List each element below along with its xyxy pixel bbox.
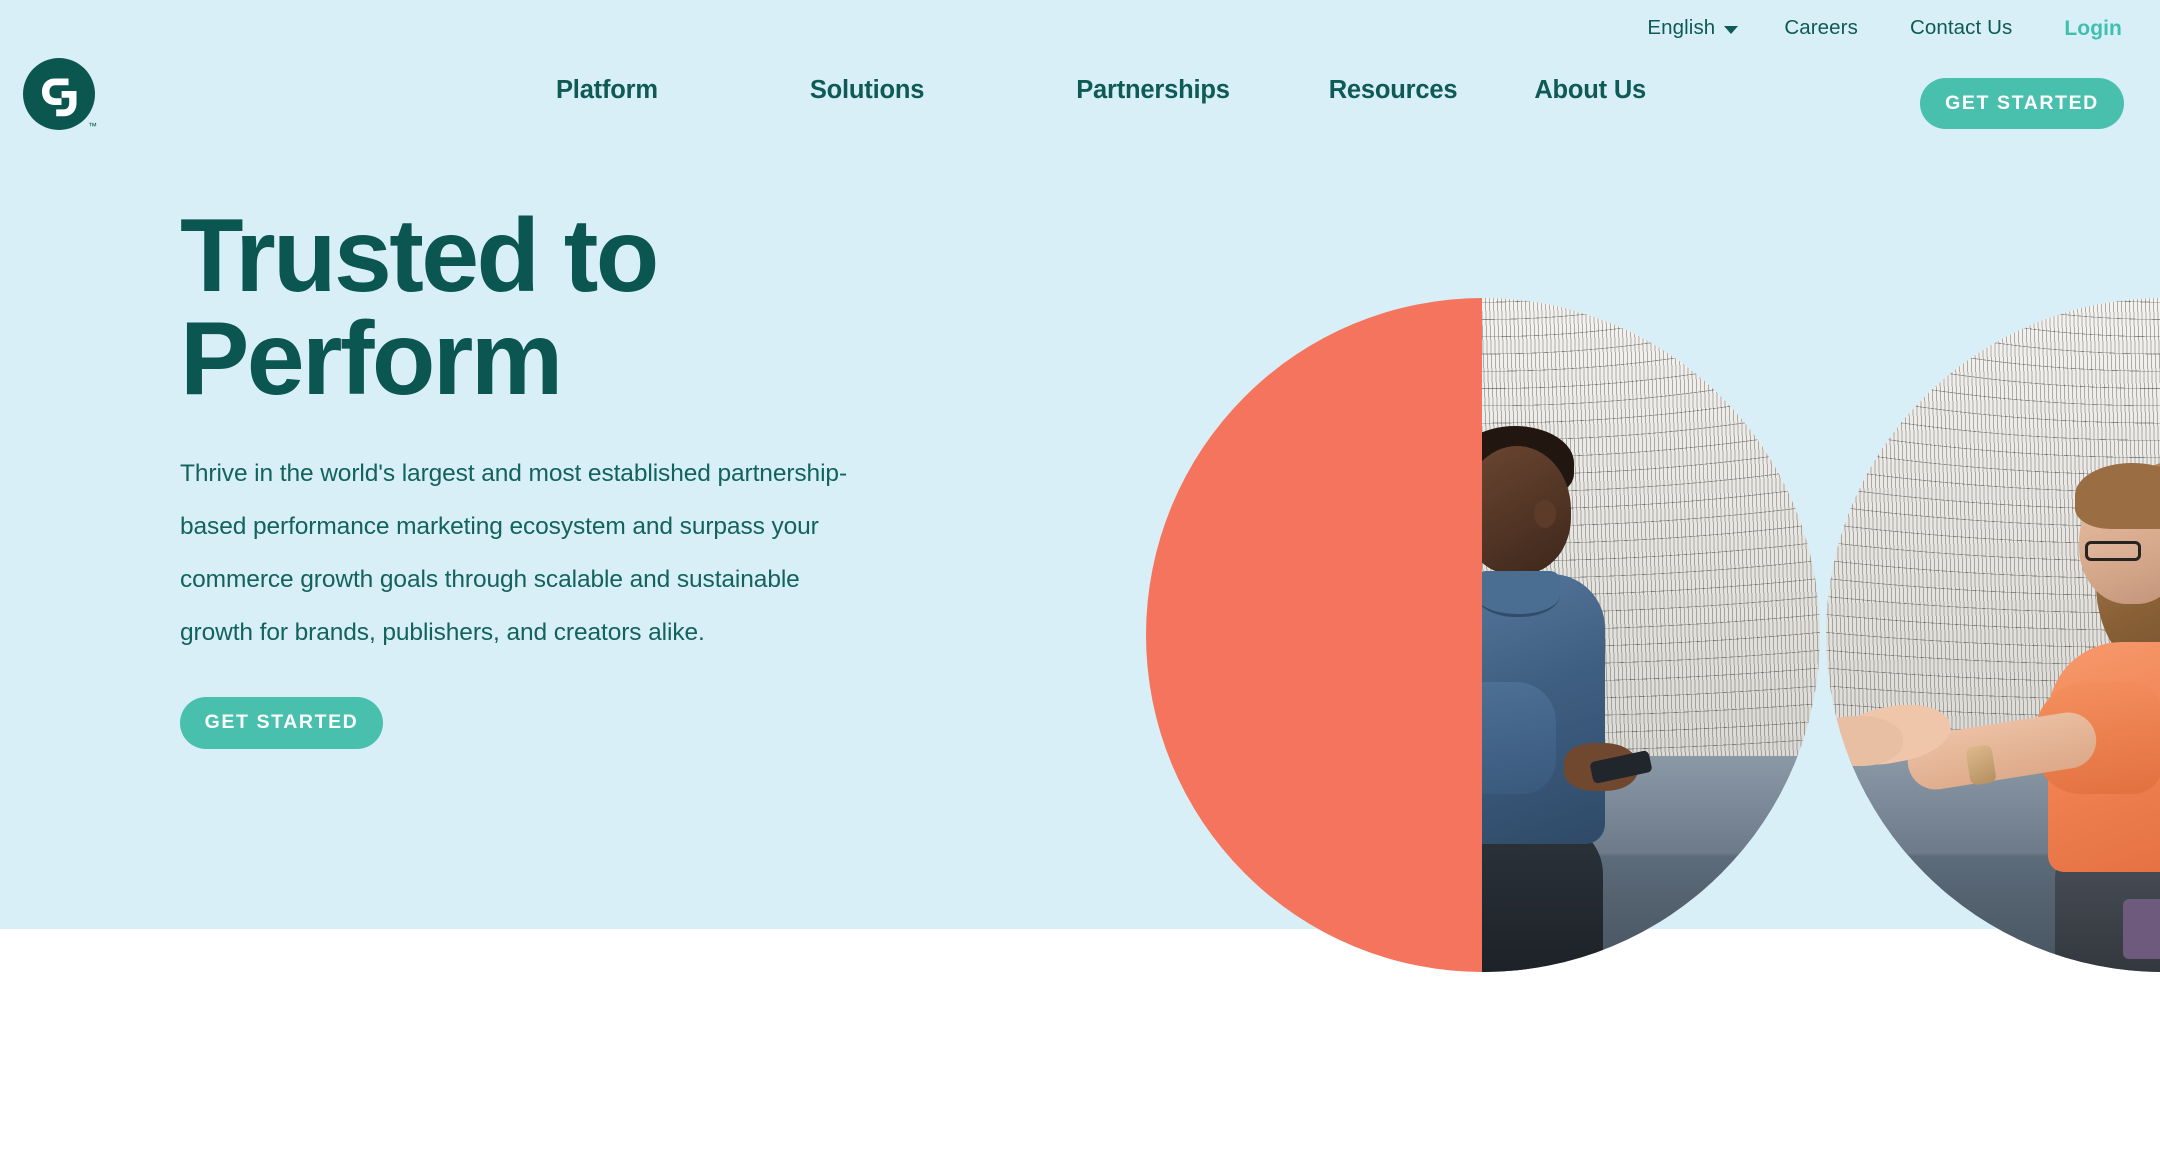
login-link[interactable]: Login [2038,18,2122,39]
contact-us-link[interactable]: Contact Us [1884,17,2038,39]
nav-item-about-us[interactable]: About Us [1534,76,1646,105]
hero-get-started-button[interactable]: GET STARTED [180,696,383,749]
hero-copy: Trusted to Perform Thrive in the world's… [180,204,880,749]
cj-logo[interactable]: ™ [23,58,97,131]
language-selector[interactable]: English [1621,15,1758,39]
nav-item-partnerships[interactable]: Partnerships [1076,76,1230,105]
landing-page: English Careers Contact Us Login ™ Platf… [0,0,2160,1166]
nav-item-solutions[interactable]: Solutions [810,76,925,105]
hero-title-line-2: Perform [180,300,563,417]
hero-title: Trusted to Perform [180,204,880,411]
careers-link[interactable]: Careers [1758,17,1884,39]
language-label: English [1647,15,1716,39]
nav-links: Platform Solutions Partnerships Resource… [556,48,1646,132]
main-navbar: ™ Platform Solutions Partnerships Resour… [0,48,2160,132]
utility-bar: English Careers Contact Us Login [1621,8,2122,48]
nav-item-resources[interactable]: Resources [1329,76,1458,105]
nav-item-platform[interactable]: Platform [556,76,658,105]
trademark-mark: ™ [88,121,97,131]
chevron-down-icon [1724,25,1739,34]
nav-get-started-button[interactable]: GET STARTED [1920,78,2124,129]
hero-title-line-1: Trusted to [180,198,659,314]
cj-monogram-icon [42,78,77,117]
hero-paragraph: Thrive in the world's largest and most e… [180,459,848,646]
